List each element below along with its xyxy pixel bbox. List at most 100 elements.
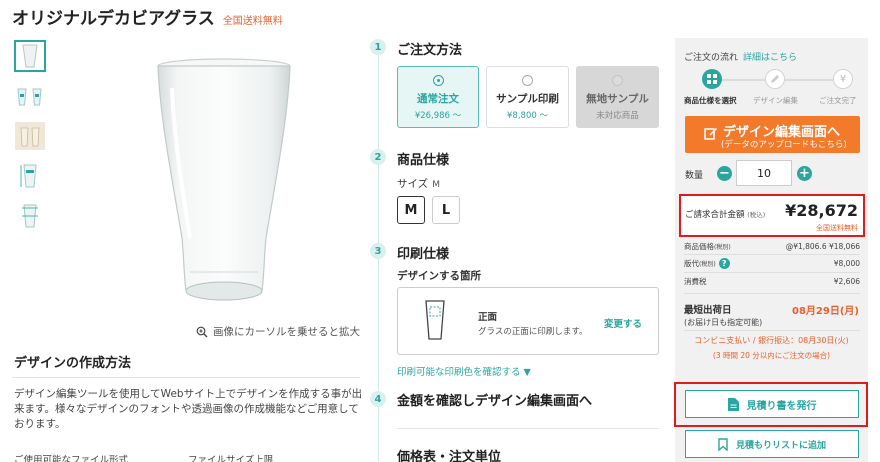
add-to-estimate-list-button[interactable]: 見積もりリストに追加 — [685, 430, 859, 458]
step-3-title: 印刷仕様 — [397, 247, 450, 262]
glass-size-thumbnail-icon — [22, 204, 38, 228]
thumbnail-1[interactable] — [14, 40, 46, 72]
file-format-label: ご使用可能なファイル形式 — [14, 455, 129, 462]
zoom-hint-text: 画像にカーソルを乗せると拡大 — [213, 326, 360, 338]
radio-icon — [612, 75, 623, 86]
print-position-desc: グラスの正面に印刷します。 — [478, 327, 588, 337]
order-method-label: 無地サンプル — [586, 93, 649, 105]
order-method-label: 通常注文 — [417, 93, 459, 105]
breakdown-row-tax: 消費税 ¥2,606 — [684, 276, 860, 287]
quantity-increase-button[interactable]: + — [797, 166, 812, 181]
divider — [684, 272, 860, 273]
convenience-payment-date: コンビニ支払い / 銀行振込：08月30日(火) — [694, 336, 849, 345]
product-title-text: オリジナルデカビアグラス — [12, 9, 215, 29]
pencil-icon — [771, 75, 779, 83]
flow-step-label: 商品仕様を選択 — [684, 96, 737, 105]
order-flow-title: ご注文の流れ — [684, 53, 739, 63]
breakdown-value: ¥8,000 — [833, 259, 860, 268]
total-tax-note: (税込) — [747, 211, 766, 219]
print-color-link[interactable]: 印刷可能な印刷色を確認する ▼ — [397, 364, 531, 378]
grid-icon — [707, 74, 717, 84]
step-4-number: 4 — [370, 391, 386, 407]
flow-step-label: デザイン編集 — [753, 96, 798, 105]
thumbnail-list — [14, 40, 46, 240]
step-3-number: 3 — [370, 243, 386, 259]
quantity-input[interactable] — [736, 160, 792, 186]
flow-step-label: ご注文完了 — [819, 96, 857, 105]
flow-step-complete-icon: ¥ — [833, 69, 853, 89]
howto-heading: デザインの作成方法 — [14, 356, 132, 371]
size-current: M — [432, 180, 440, 190]
breakdown-note: (税別) — [699, 261, 716, 268]
size-label-text: サイズ — [397, 178, 429, 190]
design-editor-button[interactable]: デザイン編集画面へ (データのアップロードもこちら) — [685, 116, 860, 153]
radio-icon — [522, 75, 533, 86]
ship-date-sub: (お届け日も指定可能) — [684, 318, 763, 327]
breakdown-value: @¥1,806.6 ¥18,066 — [785, 242, 860, 251]
document-icon — [727, 397, 739, 411]
glass-front-icon — [425, 300, 445, 340]
breakdown-label: 消費税 — [684, 277, 707, 286]
ship-date-label: 最短出荷日 — [684, 305, 732, 316]
step-1-title: ご注文方法 — [397, 43, 463, 58]
step-4-title: 金額を確認しデザイン編集画面へ — [397, 394, 593, 409]
product-title: オリジナルデカビアグラス 全国送料無料 — [12, 4, 283, 29]
issue-estimate-label: 見積り書を発行 — [746, 400, 817, 412]
change-position-link[interactable]: 変更する — [604, 316, 642, 330]
print-position-title: 正面 — [478, 312, 498, 323]
radio-icon — [432, 75, 444, 86]
bookmark-icon — [718, 437, 728, 451]
breakdown-row-product: 商品価格(税別) @¥1,806.6 ¥18,066 — [684, 241, 860, 252]
issue-estimate-button[interactable]: 見積り書を発行 — [685, 390, 859, 418]
size-button-l[interactable]: L — [432, 196, 460, 224]
thumbnail-5[interactable] — [14, 200, 46, 232]
add-to-estimate-list-label: 見積もりリストに追加 — [735, 440, 826, 451]
step-2-number: 2 — [370, 149, 386, 165]
product-image[interactable] — [150, 58, 298, 302]
quantity-decrease-button[interactable]: − — [717, 166, 732, 181]
glass-spec-thumbnail-icon — [20, 164, 37, 188]
zoom-hint: 画像にカーソルを乗せると拡大 — [196, 324, 360, 339]
thumbnail-2[interactable] — [14, 80, 46, 112]
ship-date-value: 08月29日(月) — [792, 306, 859, 317]
total-label: ご請求合計金額 (税込) — [685, 208, 765, 220]
edit-icon — [704, 128, 717, 140]
design-area-label: デザインする箇所 — [397, 270, 481, 282]
divider — [684, 254, 860, 255]
divider — [684, 330, 860, 331]
breakdown-label: 版代 — [684, 259, 699, 268]
help-icon[interactable]: ? — [718, 258, 730, 269]
free-shipping-badge: 全国送料無料 — [222, 16, 283, 27]
order-method-normal[interactable]: 通常注文 ¥26,986 〜 — [397, 66, 479, 128]
howto-description: デザイン編集ツールを使用してWebサイト上でデザインを作成する事が出来ます。様々… — [14, 388, 363, 430]
flow-step-design-icon — [765, 69, 785, 89]
order-flow-detail-link[interactable]: 詳細はこちら — [743, 53, 797, 63]
zoom-icon — [196, 326, 208, 337]
order-method-price: ¥8,800 〜 — [507, 111, 548, 121]
total-free-shipping: 全国送料無料 — [816, 224, 858, 232]
file-size-label: ファイルサイズ上限 — [188, 455, 274, 462]
divider — [684, 293, 860, 294]
glass-thumbnail-icon — [22, 44, 38, 68]
size-button-m[interactable]: M — [397, 196, 425, 224]
flow-step-select-icon — [702, 69, 722, 89]
thumbnail-4[interactable] — [14, 160, 46, 192]
divider — [12, 377, 360, 378]
order-flow-heading: ご注文の流れ 詳細はこちら — [684, 50, 797, 63]
size-label: サイズ M — [397, 176, 440, 191]
thumbnail-3[interactable] — [14, 120, 46, 152]
order-method-sample-print[interactable]: サンプル印刷 ¥8,800 〜 — [486, 66, 569, 128]
breakdown-label: 商品価格 — [684, 242, 714, 251]
breakdown-value: ¥2,606 — [833, 277, 860, 286]
order-method-plain-sample: 無地サンプル 未対応商品 — [576, 66, 659, 128]
step-1-number: 1 — [370, 39, 386, 55]
flow-connector — [720, 79, 765, 81]
breakdown-note: (税別) — [714, 244, 731, 251]
step-2-title: 商品仕様 — [397, 153, 450, 168]
convenience-payment-deadline: (3 時間 20 分以内にご注文の場合) — [712, 351, 831, 360]
design-editor-button-sub: (データのアップロードもこちら) — [721, 140, 847, 150]
flow-connector — [785, 79, 833, 81]
glass-photo-thumbnail-icon — [15, 122, 45, 150]
print-position-card[interactable]: 正面 グラスの正面に印刷します。 変更する — [397, 287, 659, 355]
total-price-box: ご請求合計金額 (税込) ¥28,672 全国送料無料 — [679, 194, 865, 237]
